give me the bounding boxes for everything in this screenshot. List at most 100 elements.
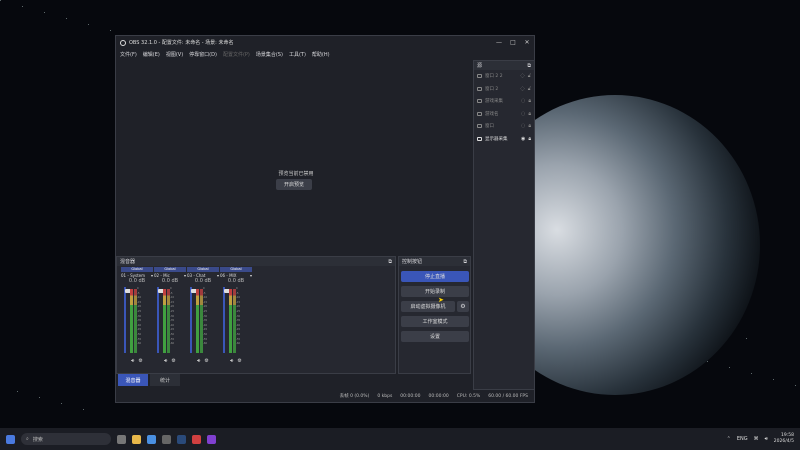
unlock-icon[interactable]: 🔓︎ <box>528 86 531 92</box>
cpu-usage: CPU: 0.5% <box>456 393 481 399</box>
record-time: 00:00:00 <box>428 393 449 399</box>
eye-hidden-icon[interactable]: ◌ <box>520 73 524 79</box>
volume-meter: 0 -5 -10 -15 -20 -25 -30 -35 -40 -45 -50 -55 -60 <box>187 287 219 355</box>
lock-icon[interactable]: 🔒︎ <box>528 111 531 117</box>
meter-bar-left <box>229 289 232 353</box>
stream-time: 00:00:00 <box>400 393 421 399</box>
source-item[interactable]: 窗口 2 ◌ 🔓︎ <box>474 83 534 96</box>
minimize-button[interactable]: — <box>492 39 506 46</box>
lock-icon[interactable]: 🔒︎ <box>528 136 531 142</box>
chevron-down-icon[interactable]: ▾ <box>250 273 252 278</box>
chevron-down-icon[interactable]: ▾ <box>151 273 153 278</box>
system-tray: ⌃ ENG ⌘ 🔊︎ 19:58 2026/4/5 <box>727 433 800 445</box>
undock-icon[interactable]: ⧉ <box>388 259 392 265</box>
language-indicator[interactable]: ENG <box>737 436 748 442</box>
lock-icon[interactable]: 🔒︎ <box>528 98 531 104</box>
app-icon[interactable] <box>207 434 216 444</box>
meter-bar-left <box>163 289 166 353</box>
eye-icon[interactable]: ◉ <box>521 136 525 142</box>
source-item[interactable]: 窗口 2 2 ◌ 🔓︎ <box>474 70 534 83</box>
source-item[interactable]: 显示器采集 ◉ 🔒︎ <box>474 133 534 146</box>
tab-stats[interactable]: 统计 <box>150 374 180 386</box>
chevron-up-icon[interactable]: ⌃ <box>727 436 731 442</box>
task-view-icon[interactable] <box>117 434 126 444</box>
unlock-icon[interactable]: 🔓︎ <box>528 73 531 79</box>
volume-icon[interactable]: 🔊︎ <box>164 358 167 364</box>
menu-tools[interactable]: 工具(T) <box>289 51 306 58</box>
star <box>61 403 62 404</box>
gear-icon[interactable]: ⚙ <box>457 301 469 312</box>
windows-start-icon[interactable] <box>6 434 15 444</box>
volume-fader[interactable] <box>223 287 230 353</box>
file-explorer-icon[interactable] <box>132 434 141 444</box>
title-bar: OBS 32.1.0 - 配置文件: 未命名 - 场景: 未命名 — □ ✕ <box>116 36 534 49</box>
settings-button[interactable]: 设置 <box>401 331 469 342</box>
mixer-channel: Global 02 - Mic ▾ 0.0 dB 0 -5 -10 -15 -20 -25-… <box>154 267 186 375</box>
eye-hidden-icon[interactable]: ◌ <box>520 86 524 92</box>
mixer-channel: Global 03 - Chat ▾ 0.0 dB 0 -5 -10 -15 -20 -25… <box>187 267 219 375</box>
chevron-down-icon[interactable]: ▾ <box>184 273 186 278</box>
gear-icon[interactable]: ⚙ <box>171 358 175 364</box>
volume-icon[interactable]: 🔊︎ <box>230 358 233 364</box>
taskbar-search[interactable]: ⌕ 搜索 <box>21 433 111 445</box>
gear-icon[interactable]: ⚙ <box>138 358 142 364</box>
menu-scene-collection[interactable]: 场景集合(S) <box>256 51 283 58</box>
app-icon[interactable] <box>192 434 201 444</box>
mixer-channel: Global 01 - System ▾ 0.0 dB 0 -5 -10 -15 -20-… <box>121 267 153 375</box>
menu-profile[interactable]: 配置文件(P) <box>223 51 250 58</box>
start-recording-button[interactable]: 开始录制 <box>401 286 469 297</box>
meter-tick-label: -60 <box>203 342 208 346</box>
start-virtual-camera-button[interactable]: 启动虚拟摄像机 <box>401 301 455 312</box>
audio-mixer-dock: 混音器 ⧉ Global 01 - System ▾ 0.0 dB 0 -5 -10-… <box>116 256 396 374</box>
eye-hidden-icon[interactable]: ◌ <box>521 111 525 117</box>
menu-view[interactable]: 视图(V) <box>166 51 183 58</box>
source-item[interactable]: 游戏名 ◌ 🔒︎ <box>474 108 534 121</box>
gear-icon[interactable]: ⚙ <box>204 358 208 364</box>
clock[interactable]: 19:58 2026/4/5 <box>774 433 794 445</box>
volume-fader[interactable] <box>157 287 164 353</box>
meter-scale: 0 -5 -10 -15 -20 -25 -30 -35 -40 -45 -50 -55 -60 <box>203 287 207 347</box>
obs-taskbar-icon[interactable] <box>162 434 171 444</box>
lock-icon[interactable]: 🔒︎ <box>528 123 531 129</box>
source-item[interactable]: 窗口 ◌ 🔒︎ <box>474 120 534 133</box>
undock-icon[interactable]: ⧉ <box>527 63 531 69</box>
star <box>0 0 1 1</box>
maximize-button[interactable]: □ <box>506 39 520 46</box>
source-item[interactable]: 游戏采集 ◌ 🔒︎ <box>474 95 534 108</box>
meter-tick-label: -25 <box>137 309 142 313</box>
eye-hidden-icon[interactable]: ◌ <box>521 123 525 129</box>
star <box>707 361 708 362</box>
menu-docks[interactable]: 停靠窗口(D) <box>189 51 217 58</box>
source-label: 显示器采集 <box>485 136 508 142</box>
star <box>83 409 84 410</box>
menu-file[interactable]: 文件(F) <box>120 51 137 58</box>
enable-preview-button[interactable]: 开启预览 <box>276 179 312 190</box>
gamepad-icon <box>477 99 482 104</box>
star <box>66 18 67 19</box>
volume-fader[interactable] <box>124 287 131 353</box>
meter-scale: 0 -5 -10 -15 -20 -25 -30 -35 -40 -45 -50 -55 -60 <box>137 287 141 347</box>
source-label: 窗口 2 <box>485 86 499 92</box>
chevron-down-icon[interactable]: ▾ <box>217 273 219 278</box>
volume-fader[interactable] <box>190 287 197 353</box>
volume-icon[interactable]: 🔊︎ <box>765 436 768 442</box>
mixer-title: 混音器 <box>120 259 136 265</box>
gear-icon[interactable]: ⚙ <box>237 358 241 364</box>
mixer-header: 混音器 ⧉ <box>117 257 395 266</box>
browser-icon[interactable] <box>147 434 156 444</box>
meter-tick-label: -25 <box>203 309 208 313</box>
close-button[interactable]: ✕ <box>520 39 534 46</box>
volume-icon[interactable]: 🔊︎ <box>131 358 134 364</box>
studio-mode-button[interactable]: 工作室模式 <box>401 316 469 327</box>
channel-name-label: 03 - Chat <box>187 272 206 278</box>
network-icon[interactable]: ⌘ <box>754 436 759 442</box>
menu-edit[interactable]: 编辑(E) <box>143 51 160 58</box>
volume-icon[interactable]: 🔊︎ <box>197 358 200 364</box>
tab-mixer[interactable]: 混音器 <box>118 374 148 386</box>
source-label: 游戏名 <box>485 111 499 117</box>
eye-hidden-icon[interactable]: ◌ <box>521 98 525 104</box>
steam-icon[interactable] <box>177 434 186 444</box>
menu-help[interactable]: 帮助(H) <box>312 51 330 58</box>
stop-stream-button[interactable]: 停止直播 <box>401 271 469 282</box>
undock-icon[interactable]: ⧉ <box>463 259 467 265</box>
